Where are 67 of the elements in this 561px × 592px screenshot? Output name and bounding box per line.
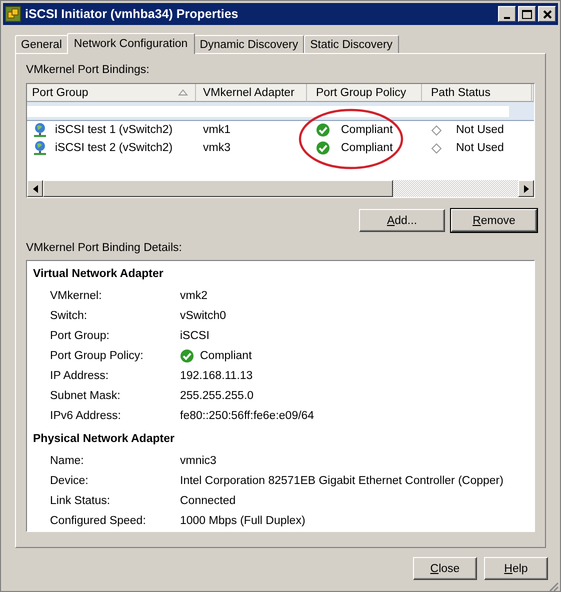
- column-header[interactable]: Port Group Policy: [307, 84, 422, 102]
- field-value: Compliant: [200, 350, 252, 362]
- close-icon: [542, 10, 552, 18]
- column-header[interactable]: Path Status: [422, 84, 532, 102]
- table-row[interactable]: [27, 102, 534, 121]
- dialog-button[interactable]: Add...: [359, 209, 445, 232]
- field-label: Switch:: [49, 310, 88, 322]
- minimize-button[interactable]: [498, 6, 516, 22]
- field-label: Configured Speed:: [49, 515, 147, 527]
- tab[interactable]: Network Configuration: [66, 33, 195, 54]
- tab[interactable]: Static Discovery: [304, 35, 399, 53]
- table-cell: Compliant: [341, 124, 393, 136]
- column-header[interactable]: Port Group: [27, 84, 196, 102]
- check-icon: [180, 349, 194, 363]
- table-cell: iSCSI test 2 (vSwitch2): [55, 142, 173, 154]
- diamond-icon: [431, 142, 442, 154]
- field-value: vmnic3: [180, 455, 216, 467]
- table-cell: Not Used: [456, 142, 504, 154]
- field-value: 192.168.11.13: [180, 370, 253, 382]
- section-heading: Virtual Network Adapter: [33, 268, 164, 282]
- dialog-button[interactable]: Close: [413, 557, 477, 580]
- field-value: vmk2: [180, 290, 208, 302]
- field-label: VMkernel:: [49, 290, 103, 302]
- table-cell: Compliant: [341, 142, 393, 154]
- maximize-button[interactable]: [518, 6, 536, 22]
- section-heading: Physical Network Adapter: [33, 433, 176, 447]
- minimize-icon: [504, 16, 510, 18]
- table-cell-text: vmk1: [202, 124, 232, 136]
- field-value: 255.255.255.0: [180, 390, 254, 402]
- field-label: Device:: [49, 475, 90, 487]
- maximize-icon: [522, 10, 532, 18]
- field-label: IP Address:: [49, 370, 110, 382]
- dialog-button[interactable]: Remove: [451, 209, 537, 232]
- table-cell: iSCSI test 1 (vSwitch2): [55, 124, 173, 136]
- field-value: vSwitch0: [180, 310, 226, 322]
- tab[interactable]: Dynamic Discovery: [194, 35, 304, 53]
- left-arrow-icon: [32, 184, 38, 192]
- table-cell-text: vmk3: [202, 142, 232, 154]
- right-arrow-icon: [524, 184, 528, 192]
- sort-arrow-icon: [178, 89, 188, 96]
- check-icon: [316, 141, 330, 155]
- close-button[interactable]: [538, 6, 556, 22]
- tab[interactable]: General: [15, 35, 68, 53]
- window-title: iSCSI Initiator (vmhba34) Properties: [25, 7, 240, 21]
- field-label: Name:: [49, 455, 85, 467]
- app-icon: [5, 6, 21, 22]
- scroll-thumb[interactable]: [43, 180, 393, 197]
- diamond-icon: [431, 124, 442, 136]
- section-label: VMkernel Port Bindings:: [26, 64, 150, 78]
- field-label: Port Group Policy:: [49, 350, 144, 362]
- field-label: IPv6 Address:: [49, 410, 122, 422]
- field-value: Connected: [180, 495, 236, 507]
- field-label: Link Status:: [49, 495, 112, 507]
- check-icon: [316, 123, 330, 137]
- table-cell: Not Used: [456, 124, 504, 136]
- dialog-button[interactable]: Help: [484, 557, 548, 580]
- field-value: fe80::250:56ff:fe6e:e09/64: [180, 410, 314, 422]
- field-value: iSCSI: [180, 330, 210, 342]
- section-label: VMkernel Port Binding Details:: [26, 242, 183, 256]
- horizontal-scrollbar[interactable]: [27, 180, 534, 197]
- field-label: Subnet Mask:: [49, 390, 122, 402]
- field-value: Intel Corporation 82571EB Gigabit Ethernet Controller (Copper): [180, 475, 504, 487]
- network-globe-icon: [33, 122, 47, 138]
- field-value: 1000 Mbps (Full Duplex): [180, 515, 306, 527]
- field-label: Port Group:: [49, 330, 110, 342]
- network-globe-icon: [33, 140, 47, 156]
- column-header[interactable]: VMkernel Adapter: [196, 84, 307, 102]
